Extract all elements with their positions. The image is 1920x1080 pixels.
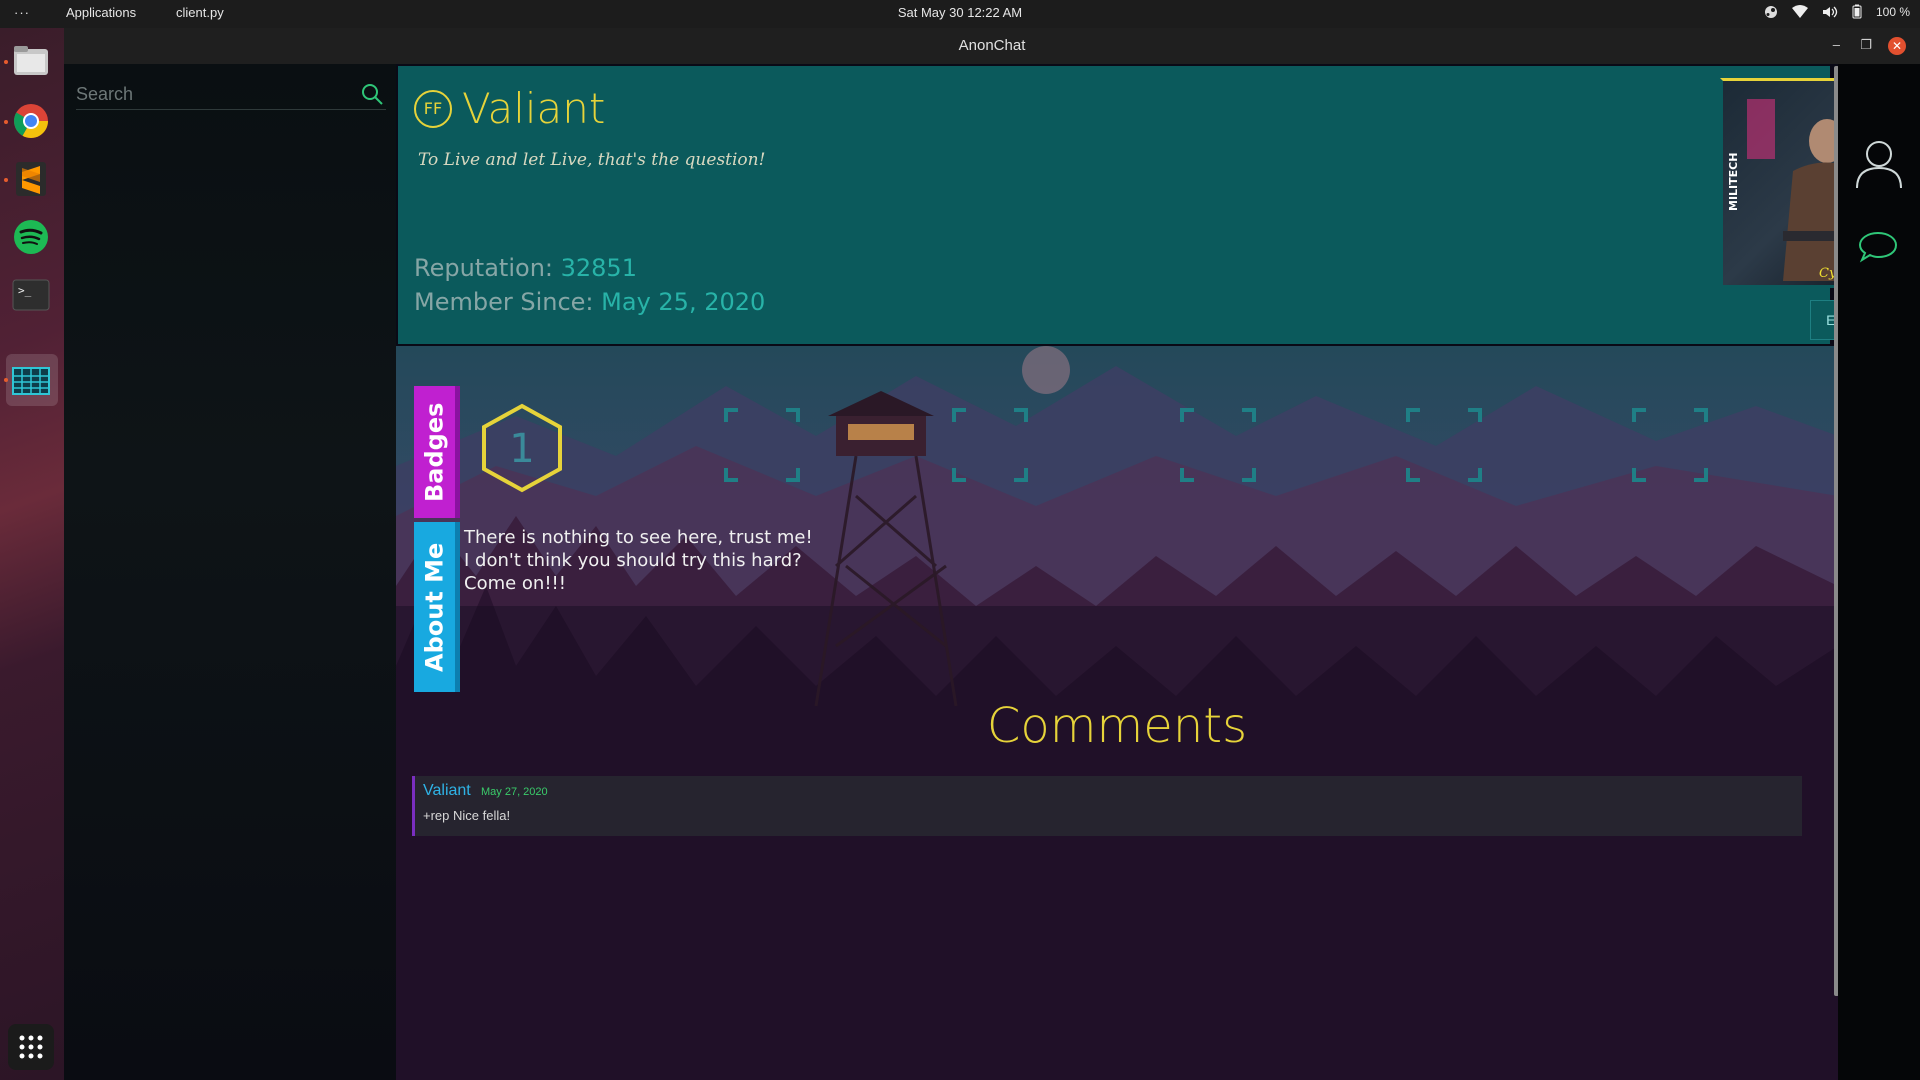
comment-author[interactable]: Valiant (423, 782, 471, 800)
restore-icon[interactable]: ❐ (1860, 37, 1872, 53)
reputation-stat: Reputation: 32851 (414, 254, 637, 282)
spreadsheet-app-icon[interactable] (10, 360, 52, 402)
avatar-image: MILITECH Cyberpunk (1723, 81, 1838, 285)
comment-body: +rep Nice fella! (423, 808, 511, 823)
running-indicator (4, 178, 8, 182)
member-since-label: Member Since: (414, 288, 594, 316)
reputation-value: 32851 (560, 254, 637, 282)
right-sidebar (1838, 64, 1920, 1080)
badge-hexagon-label: 1 (509, 426, 534, 472)
battery-icon[interactable] (1852, 4, 1862, 19)
tab-about-me-label: About Me (420, 542, 449, 672)
application-dock: >_ (0, 28, 64, 1080)
minimize-icon[interactable]: – (1833, 37, 1840, 52)
avatar-side-text: MILITECH (1727, 153, 1740, 211)
tab-badges-label: Badges (420, 402, 449, 502)
search-input[interactable] (76, 80, 346, 108)
profile-view: FF Valiant To Live and let Live, that's … (396, 64, 1838, 1080)
left-sidebar (64, 64, 396, 1080)
app-window: AnonChat – ❐ ✕ Search FF Valiant To Live… (64, 28, 1920, 1080)
about-line: There is nothing to see here, trust me! (464, 527, 813, 548)
about-line: Come on!!! (464, 573, 566, 594)
system-top-bar: ··· Applications client.py Sat May 30 12… (0, 0, 1920, 28)
active-app-name[interactable]: client.py (176, 5, 224, 20)
comment-date: May 27, 2020 (481, 786, 548, 798)
chat-bubble-icon[interactable] (1858, 230, 1898, 264)
profile-header: FF Valiant To Live and let Live, that's … (398, 66, 1838, 344)
profile-username: Valiant (462, 84, 606, 133)
empty-badge-slot[interactable] (1180, 408, 1256, 482)
volume-icon[interactable] (1822, 5, 1838, 19)
user-rank-badge: FF (414, 90, 452, 128)
running-indicator (4, 120, 8, 124)
member-since-value: May 25, 2020 (601, 288, 766, 316)
running-indicator (4, 378, 8, 382)
profile-tagline: To Live and let Live, that's the questio… (418, 150, 766, 170)
user-profile-icon[interactable] (1854, 138, 1904, 190)
comments-heading: Comments (986, 698, 1248, 754)
system-tray[interactable]: 100 % (1764, 4, 1910, 19)
spotify-icon[interactable] (10, 216, 52, 258)
files-icon[interactable] (10, 40, 52, 82)
tab-badges[interactable]: Badges (414, 386, 460, 518)
empty-badge-slot[interactable] (952, 408, 1028, 482)
steam-icon[interactable] (1764, 5, 1778, 19)
activities-menu[interactable]: ··· (14, 5, 30, 20)
profile-avatar[interactable]: MILITECH Cyberpunk (1720, 78, 1838, 288)
search-bar (76, 80, 386, 110)
battery-percent: 100 % (1875, 4, 1910, 19)
about-me-text: There is nothing to see here, trust me! … (464, 526, 813, 595)
show-apps-grid-icon[interactable] (8, 1024, 54, 1070)
window-titlebar[interactable]: AnonChat – ❐ ✕ (64, 28, 1920, 64)
comment-item: Valiant May 27, 2020 +rep Nice fella! (412, 776, 1802, 836)
member-since-stat: Member Since: May 25, 2020 (414, 288, 765, 316)
applications-menu[interactable]: Applications (66, 5, 136, 20)
badge-hexagon[interactable]: 1 (480, 402, 564, 494)
close-icon[interactable]: ✕ (1888, 37, 1906, 55)
empty-badge-slot[interactable] (724, 408, 800, 482)
sublime-text-icon[interactable] (10, 158, 52, 200)
reputation-label: Reputation: (414, 254, 553, 282)
about-line: I don't think you should try this hard? (464, 550, 802, 571)
chrome-icon[interactable] (10, 100, 52, 142)
empty-badge-slot[interactable] (1406, 408, 1482, 482)
empty-badge-slot[interactable] (1632, 408, 1708, 482)
window-title: AnonChat (958, 37, 1026, 54)
wifi-icon[interactable] (1791, 4, 1808, 19)
search-icon[interactable] (360, 82, 384, 106)
system-clock[interactable]: Sat May 30 12:22 AM (0, 5, 1920, 20)
svg-text:>_: >_ (18, 284, 32, 297)
tab-about-me[interactable]: About Me (414, 522, 460, 692)
running-indicator (4, 60, 8, 64)
terminal-icon[interactable]: >_ (10, 274, 52, 316)
